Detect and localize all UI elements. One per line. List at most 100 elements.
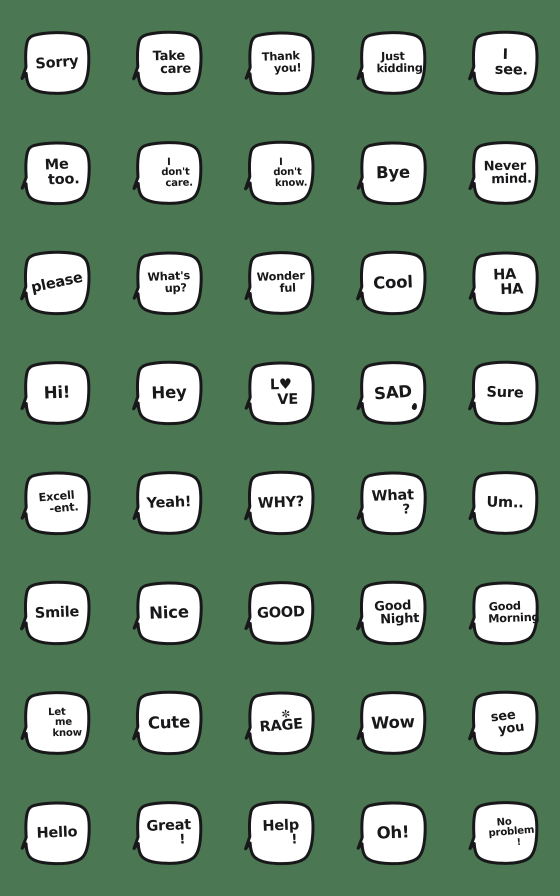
bubble-outline: [132, 690, 203, 756]
sticker-cell[interactable]: WHY?: [224, 449, 336, 559]
sticker-cell[interactable]: Wonder ful: [224, 229, 336, 339]
speech-bubble-icon[interactable]: Cool: [356, 249, 428, 319]
bubble-outline: [132, 581, 203, 646]
speech-bubble-icon[interactable]: Hello: [20, 799, 92, 869]
sticker-cell[interactable]: Bye: [336, 119, 448, 229]
sticker-cell[interactable]: Hey: [112, 339, 224, 449]
sticker-cell[interactable]: Idon't know.: [224, 119, 336, 229]
bubble-outline: [244, 140, 315, 206]
bubble-outline: [468, 360, 539, 426]
speech-bubble-icon[interactable]: GOOD: [244, 579, 316, 649]
bubble-outline: [356, 471, 427, 536]
speech-bubble-icon[interactable]: Just kidding: [356, 29, 428, 99]
bubble-outline: [20, 250, 91, 316]
speech-bubble-icon[interactable]: No problem!: [468, 799, 540, 869]
speech-bubble-icon[interactable]: please: [20, 249, 92, 319]
bubble-outline: [468, 581, 539, 646]
sticker-cell[interactable]: Smile: [0, 559, 112, 669]
sticker-cell[interactable]: Sorry: [0, 9, 112, 119]
sticker-cell[interactable]: Hello: [0, 779, 112, 889]
sticker-cell[interactable]: Let me know: [0, 669, 112, 779]
speech-bubble-icon[interactable]: Good Morning: [468, 579, 540, 649]
sticker-cell[interactable]: Um..: [448, 449, 560, 559]
sticker-cell[interactable]: Oh!: [336, 779, 448, 889]
bubble-outline: [244, 251, 315, 315]
bubble-outline: [132, 251, 203, 316]
sticker-cell[interactable]: Take care: [112, 9, 224, 119]
speech-bubble-icon[interactable]: Me too.: [20, 139, 92, 209]
speech-bubble-icon[interactable]: Isee.: [468, 29, 540, 99]
speech-bubble-icon[interactable]: Oh!: [356, 799, 428, 869]
sticker-cell[interactable]: Cool: [336, 229, 448, 339]
speech-bubble-icon[interactable]: Great!: [132, 799, 204, 869]
speech-bubble-icon[interactable]: Help!: [244, 799, 316, 869]
sticker-cell[interactable]: SAD: [336, 339, 448, 449]
bubble-outline: [356, 31, 427, 95]
speech-bubble-icon[interactable]: Cute: [132, 689, 204, 759]
speech-bubble-icon[interactable]: Um..: [468, 469, 540, 539]
sticker-cell[interactable]: Isee.: [448, 9, 560, 119]
speech-bubble-icon[interactable]: Good Night: [356, 579, 428, 649]
bubble-outline: [132, 30, 203, 96]
speech-bubble-icon[interactable]: WHY?: [244, 469, 316, 539]
sticker-grid: Sorry Take care Thank you! Just kidding Isee. Me…: [0, 0, 560, 896]
sticker-cell[interactable]: Just kidding: [336, 9, 448, 119]
speech-bubble-icon[interactable]: Wow: [356, 689, 428, 759]
sticker-cell[interactable]: Excell -ent.: [0, 449, 112, 559]
speech-bubble-icon[interactable]: SAD: [356, 359, 428, 429]
sticker-cell[interactable]: Help!: [224, 779, 336, 889]
speech-bubble-icon[interactable]: Idon't know.: [244, 139, 316, 209]
sticker-cell[interactable]: ✼ RAGE: [224, 669, 336, 779]
sticker-cell[interactable]: Hi!: [0, 339, 112, 449]
speech-bubble-icon[interactable]: Never mind.: [468, 139, 540, 209]
sticker-cell[interactable]: see you: [448, 669, 560, 779]
bubble-outline: [20, 361, 91, 425]
sticker-cell[interactable]: Never mind.: [448, 119, 560, 229]
sticker-cell[interactable]: please: [0, 229, 112, 339]
sticker-cell[interactable]: Good Night: [336, 559, 448, 669]
bubble-outline: [356, 580, 427, 646]
speech-bubble-icon[interactable]: Hi!: [20, 359, 92, 429]
sticker-cell[interactable]: No problem!: [448, 779, 560, 889]
sticker-cell[interactable]: GOOD: [224, 559, 336, 669]
sticker-cell[interactable]: Nice: [112, 559, 224, 669]
speech-bubble-icon[interactable]: Yeah!: [132, 469, 204, 539]
speech-bubble-icon[interactable]: Idon't care.: [132, 139, 204, 209]
sticker-cell[interactable]: Thank you!: [224, 9, 336, 119]
speech-bubble-icon[interactable]: HA HA: [468, 249, 540, 319]
speech-bubble-icon[interactable]: Let me know: [20, 689, 92, 759]
speech-bubble-icon[interactable]: see you: [468, 689, 540, 759]
speech-bubble-icon[interactable]: What?: [356, 469, 428, 539]
bubble-outline: [20, 141, 91, 206]
sticker-cell[interactable]: What's up?: [112, 229, 224, 339]
sticker-cell[interactable]: Me too.: [0, 119, 112, 229]
sticker-cell[interactable]: What?: [336, 449, 448, 559]
speech-bubble-icon[interactable]: Nice: [132, 579, 204, 649]
speech-bubble-icon[interactable]: Excell -ent.: [20, 469, 92, 539]
bubble-outline: [20, 31, 91, 95]
speech-bubble-icon[interactable]: ✼ RAGE: [244, 689, 316, 759]
sticker-cell[interactable]: Great!: [112, 779, 224, 889]
speech-bubble-icon[interactable]: Take care: [132, 29, 204, 99]
bubble-outline: [20, 471, 91, 536]
sticker-cell[interactable]: Cute: [112, 669, 224, 779]
speech-bubble-icon[interactable]: Wonder ful: [244, 249, 316, 319]
sticker-cell[interactable]: HA HA: [448, 229, 560, 339]
sticker-cell[interactable]: Yeah!: [112, 449, 224, 559]
sticker-cell[interactable]: Wow: [336, 669, 448, 779]
speech-bubble-icon[interactable]: Thank you!: [244, 29, 316, 99]
bubble-outline: [244, 581, 315, 645]
sticker-cell[interactable]: Good Morning: [448, 559, 560, 669]
speech-bubble-icon[interactable]: Sure: [468, 359, 540, 429]
speech-bubble-icon[interactable]: Hey: [132, 359, 204, 429]
speech-bubble-icon[interactable]: What's up?: [132, 249, 204, 319]
speech-bubble-icon[interactable]: Bye: [356, 139, 428, 209]
bubble-outline: [468, 251, 539, 316]
sticker-cell[interactable]: Sure: [448, 339, 560, 449]
bubble-outline: [356, 801, 427, 866]
speech-bubble-icon[interactable]: Sorry: [20, 29, 92, 99]
speech-bubble-icon[interactable]: Smile: [20, 579, 92, 649]
sticker-cell[interactable]: L♥ VE: [224, 339, 336, 449]
sticker-cell[interactable]: Idon't care.: [112, 119, 224, 229]
speech-bubble-icon[interactable]: L♥ VE: [244, 359, 316, 429]
